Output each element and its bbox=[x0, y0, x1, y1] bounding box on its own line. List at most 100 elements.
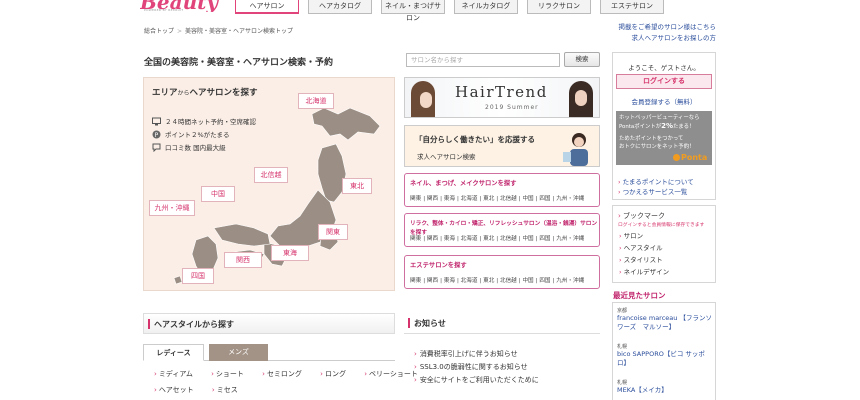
bookmark-nail-design[interactable]: › ネイルデザイン bbox=[619, 266, 669, 278]
style-link-long[interactable]: › ロング bbox=[320, 370, 354, 378]
area-link[interactable]: 東北 bbox=[483, 278, 494, 284]
region-kansai[interactable]: 関西 bbox=[224, 252, 262, 268]
area-link[interactable]: 東北 bbox=[483, 196, 494, 202]
tab-mens[interactable]: メンズ bbox=[209, 344, 268, 361]
region-tohoku[interactable]: 東北 bbox=[342, 178, 372, 194]
style-link-semi-long[interactable]: › セミロング bbox=[262, 370, 310, 378]
point-links: › たまるポイントについて › つかえるサービス一覧 bbox=[618, 177, 694, 197]
welcome-text: ようこそ、ゲストさん。 bbox=[628, 64, 700, 72]
tab-nail-catalog[interactable]: ネイルカタログ bbox=[454, 0, 518, 14]
login-button[interactable]: ログインする bbox=[616, 74, 712, 89]
area-link[interactable]: 四国 bbox=[539, 278, 550, 284]
feature-reviews: 口コミ数 国内最大級 bbox=[152, 142, 226, 152]
region-tokai[interactable]: 東海 bbox=[271, 245, 309, 261]
bookmark-salon[interactable]: › サロン bbox=[619, 230, 669, 242]
area-link[interactable]: 中国 bbox=[522, 236, 533, 242]
area-link[interactable]: 東海 bbox=[444, 196, 455, 202]
region-kyushu-okinawa[interactable]: 九州・沖縄 bbox=[149, 200, 195, 216]
area-link[interactable]: 関西 bbox=[427, 278, 438, 284]
area-link[interactable]: 関東 bbox=[410, 236, 421, 242]
feature-net-reservation: ２４時間ネット予約・空席確認 bbox=[152, 116, 256, 126]
area-link[interactable]: 関西 bbox=[427, 196, 438, 202]
site-logo[interactable]: Beauty POWERED BY RECRUIT bbox=[140, 0, 220, 12]
tab-hair-catalog[interactable]: ヘアカタログ bbox=[308, 0, 372, 14]
news-section-title: お知らせ bbox=[414, 319, 446, 328]
area-link[interactable]: 九州・沖縄 bbox=[556, 196, 584, 202]
area-link[interactable]: 四国 bbox=[539, 196, 550, 202]
region-chugoku[interactable]: 中国 bbox=[201, 186, 235, 202]
style-link-medium[interactable]: › ミディアム bbox=[154, 370, 201, 378]
search-button[interactable]: 検索 bbox=[564, 52, 600, 67]
breadcrumb-home-link[interactable]: 総合トップ bbox=[144, 28, 174, 35]
area-link[interactable]: 北海道 bbox=[461, 278, 478, 284]
region-hokushinetsu[interactable]: 北信越 bbox=[254, 167, 288, 183]
area-link[interactable]: 四国 bbox=[539, 236, 550, 242]
news-section-header: お知らせ bbox=[404, 313, 600, 334]
recent-salon-link[interactable]: bico SAPPORO【ビコ サッポロ】 bbox=[617, 350, 713, 368]
area-link[interactable]: 関東 bbox=[410, 196, 421, 202]
news-item[interactable]: › 安全にサイトをご利用いただくために bbox=[414, 374, 539, 387]
tab-hair-salon[interactable]: ヘアサロン bbox=[235, 0, 299, 14]
area-link[interactable]: 北信越 bbox=[500, 236, 517, 242]
area-link[interactable]: 中国 bbox=[522, 278, 533, 284]
category-title-link[interactable]: ネイル、まつげ、メイクサロンを探す bbox=[410, 178, 516, 187]
section-marker bbox=[148, 319, 150, 329]
area-link[interactable]: 北海道 bbox=[461, 196, 478, 202]
area-link[interactable]: 北信越 bbox=[500, 278, 517, 284]
page-title: 全国の美容院・美容室・ヘアサロン検索・予約 bbox=[144, 58, 334, 68]
feature-text: 口コミ数 国内最大級 bbox=[165, 144, 226, 152]
hairstyle-other-links: › ヘアセット › ミセス bbox=[154, 385, 254, 395]
recent-salon-item: 札幌 MEKA【メイカ】 bbox=[617, 379, 713, 395]
job-search-link[interactable]: 求人ヘアサロンをお探しの方 bbox=[600, 33, 717, 44]
job-salon-banner[interactable]: 「自分らしく働きたい」を応援する 求人ヘアサロン検索 bbox=[404, 125, 600, 167]
category-area-links: 関東 | 関西 | 東海 | 北海道 | 東北 | 北信越 | 中国 | 四国 | 九州・沖縄 bbox=[410, 278, 585, 284]
area-link[interactable]: 関西 bbox=[427, 236, 438, 242]
area-link[interactable]: 東海 bbox=[444, 278, 455, 284]
bookmark-note: ログインすると会員情報に保存できます bbox=[618, 223, 705, 228]
area-link[interactable]: 北海道 bbox=[461, 236, 478, 242]
recent-salon-link[interactable]: MEKA【メイカ】 bbox=[617, 386, 713, 395]
point-info-link[interactable]: › たまるポイントについて bbox=[618, 177, 694, 187]
news-item[interactable]: › SSL3.0の脆弱性に関するお知らせ bbox=[414, 361, 539, 374]
ponta-line-3: ためたポイントをつかって bbox=[619, 136, 684, 142]
tab-ladies[interactable]: レディース bbox=[143, 344, 204, 361]
category-title-link[interactable]: エステサロンを探す bbox=[410, 260, 467, 269]
ponta-logo: Ponta bbox=[673, 153, 707, 162]
category-area-links: 関東 | 関西 | 東海 | 北海道 | 東北 | 北信越 | 中国 | 四国 | 九州・沖縄 bbox=[410, 196, 585, 202]
area-link[interactable]: 北信越 bbox=[500, 196, 517, 202]
monitor-icon bbox=[152, 117, 161, 126]
hairstyle-section-title: ヘアスタイルから探す bbox=[154, 320, 234, 329]
salon-search-input[interactable] bbox=[406, 53, 560, 67]
style-link-short[interactable]: › ショート bbox=[211, 370, 252, 378]
category-area-links: 関東 | 関西 | 東海 | 北海道 | 東北 | 北信越 | 中国 | 四国 | 九州・沖縄 bbox=[410, 236, 585, 242]
area-link[interactable]: 九州・沖縄 bbox=[556, 278, 584, 284]
bookmark-hairstyle[interactable]: › ヘアスタイル bbox=[619, 242, 669, 254]
region-kanto[interactable]: 関東 bbox=[318, 224, 348, 240]
salon-listing-link[interactable]: 掲載をご希望のサロン様はこちら bbox=[600, 22, 717, 33]
tab-nail-eyelash-salon[interactable]: ネイル・まつげサロン bbox=[381, 0, 445, 22]
recent-salons-list: 京都 francoise marceau 【フランソワーズ マルソー】 札幌 b… bbox=[612, 302, 716, 400]
services-link[interactable]: › つかえるサービス一覧 bbox=[618, 187, 694, 197]
style-link-hair-set[interactable]: › ヘアセット bbox=[154, 386, 202, 394]
register-link[interactable]: 会員登録する（無料） bbox=[613, 96, 715, 106]
recent-salon-area: 京都 bbox=[617, 308, 628, 314]
region-shikoku[interactable]: 四国 bbox=[182, 268, 214, 284]
recent-salon-link[interactable]: francoise marceau 【フランソワーズ マルソー】 bbox=[617, 314, 713, 332]
area-link[interactable]: 東海 bbox=[444, 236, 455, 242]
tab-relax-salon[interactable]: リラクサロン bbox=[527, 0, 591, 14]
map-okinawa bbox=[173, 275, 183, 285]
style-link-mrs[interactable]: › ミセス bbox=[212, 386, 246, 394]
hair-trend-banner[interactable]: HairTrend 2019 Summer bbox=[404, 77, 600, 118]
area-link[interactable]: 中国 bbox=[522, 196, 533, 202]
arrow-icon: › bbox=[618, 178, 621, 186]
area-link[interactable]: 関東 bbox=[410, 278, 421, 284]
bookmark-stylist[interactable]: › スタイリスト bbox=[619, 254, 669, 266]
news-item[interactable]: › 消費税率引上げに伴うお知らせ bbox=[414, 348, 539, 361]
ponta-line-1: ホットペッパービューティーなら bbox=[619, 115, 700, 121]
ponta-line-4: おトクにサロンをネット予約！ bbox=[619, 144, 695, 150]
tab-esthetic-salon[interactable]: エステサロン bbox=[600, 0, 664, 14]
map-title-rest: ヘアサロンを探す bbox=[189, 88, 258, 98]
area-link[interactable]: 九州・沖縄 bbox=[556, 236, 584, 242]
area-link[interactable]: 東北 bbox=[483, 236, 494, 242]
region-hokkaido[interactable]: 北海道 bbox=[298, 93, 334, 109]
